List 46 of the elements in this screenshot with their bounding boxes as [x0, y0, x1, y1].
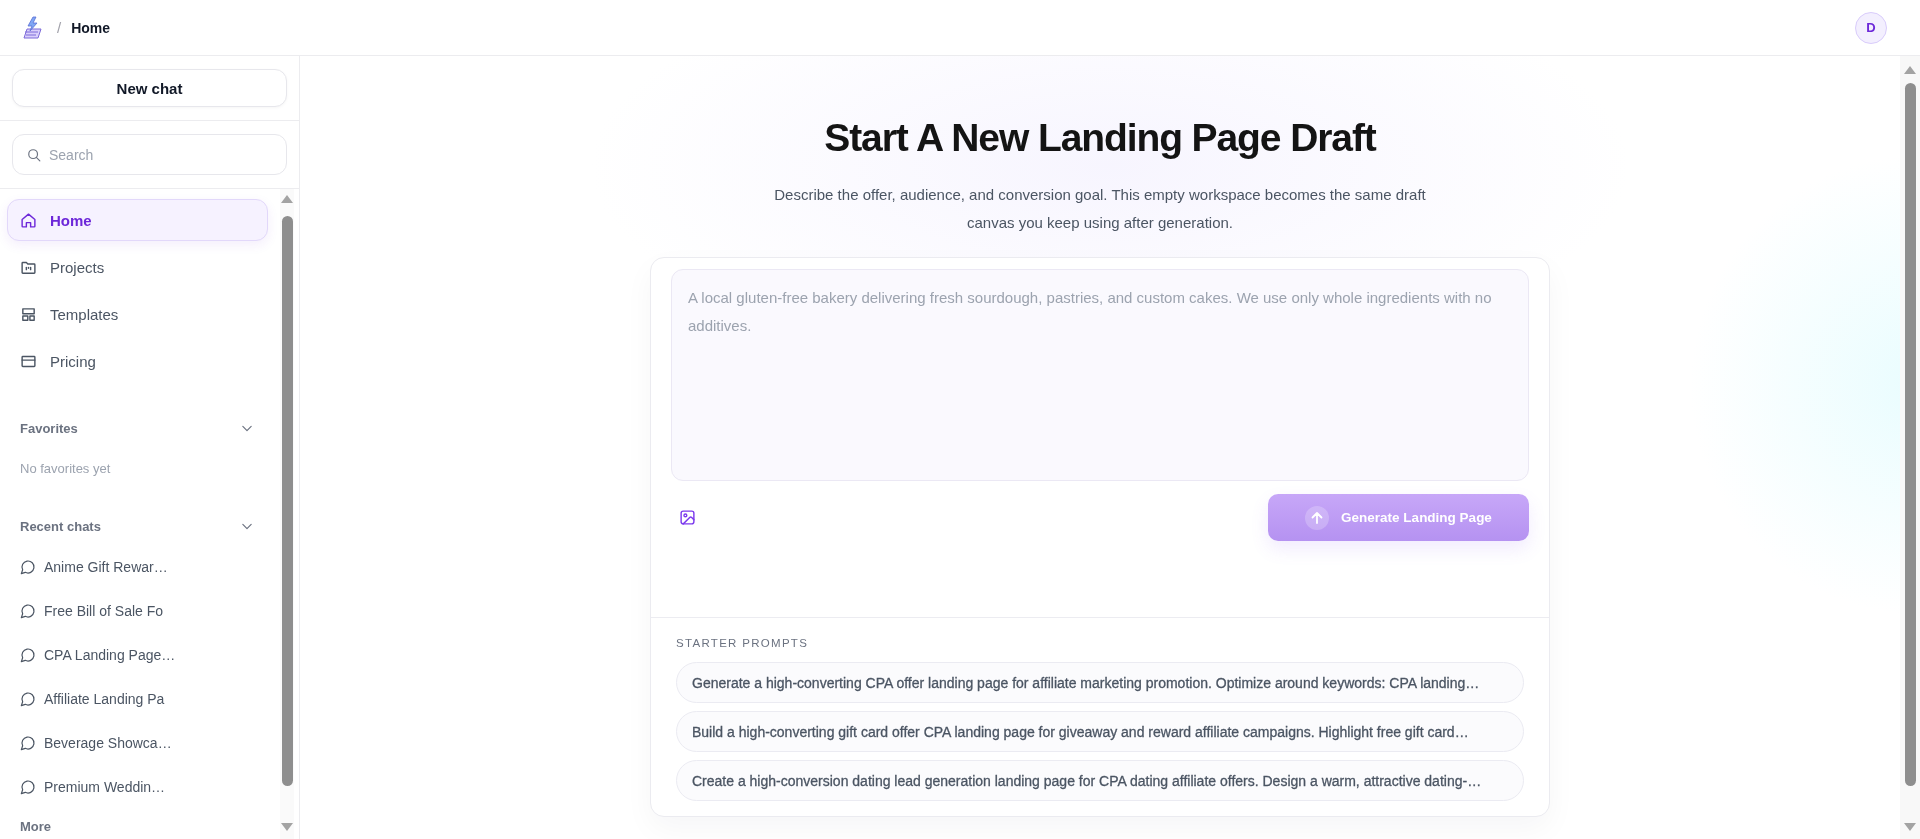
chat-item[interactable]: Affiliate Landing Pa: [7, 677, 268, 721]
scroll-up-icon[interactable]: [1904, 66, 1916, 74]
nav-item[interactable]: Home: [7, 199, 268, 241]
empty-state-text: No favorites yet: [19, 460, 112, 478]
section-label: STARTER PROMPTS: [676, 636, 810, 650]
chat-item[interactable]: CPA Landing Page…: [7, 633, 268, 677]
nav-item[interactable]: Projects: [7, 246, 268, 288]
chat-bubble-icon: [20, 559, 36, 575]
chat-bubble-icon: [20, 779, 36, 795]
starter-prompt[interactable]: Generate a high-converting CPA offer landing page for affiliate marketing promotion. Optimize around keywords: CPA landing…: [676, 662, 1524, 703]
starter-prompt[interactable]: Create a high-conversion dating lead generation landing page for CPA dating affiliate offers. Design a warm, attractive dating-…: [676, 760, 1524, 801]
breadcrumb-separator: /: [57, 19, 62, 36]
chat-bubble-icon: [20, 735, 36, 751]
search-field[interactable]: Search: [12, 134, 287, 175]
chat-bubble-icon: [20, 647, 36, 663]
scrollbar[interactable]: [280, 189, 294, 839]
chat-item[interactable]: Beverage Showca…: [7, 721, 268, 765]
scroll-down-icon[interactable]: [1904, 823, 1916, 831]
favorites-section-header[interactable]: Favorites: [7, 418, 268, 438]
scrollbar[interactable]: [1900, 56, 1920, 839]
chat-item[interactable]: Free Bill of Sale Fo: [7, 589, 268, 633]
user-avatar[interactable]: D: [1855, 11, 1887, 44]
breadcrumb-current[interactable]: Home: [71, 19, 111, 36]
arrow-up-icon: [1305, 505, 1330, 530]
more-link[interactable]: More: [7, 817, 268, 837]
chat-bubble-icon: [20, 691, 36, 707]
layout-icon: [20, 305, 37, 323]
chat-bubble-icon: [20, 603, 36, 619]
chat-item[interactable]: Anime Gift Rewar…: [7, 545, 268, 589]
new-chat-button[interactable]: New chat: [12, 69, 287, 107]
nav-item[interactable]: Pricing: [7, 340, 268, 382]
page-title: Start A New Landing Page Draft: [824, 115, 1376, 161]
logo-icon[interactable]: [20, 15, 44, 40]
image-icon[interactable]: [679, 509, 696, 526]
scrollbar-thumb[interactable]: [1904, 83, 1916, 786]
description-field[interactable]: A local gluten-free bakery delivering fresh sourdough, pastries, and custom cakes. We use only whole ingredients with no additives.: [671, 269, 1529, 481]
starter-prompt[interactable]: Build a high-converting gift card offer CPA landing page for giveaway and reward affiliate campaigns. Highlight free gift card…: [676, 711, 1524, 752]
scroll-down-icon[interactable]: [281, 823, 293, 831]
recent-chats-section-header[interactable]: Recent chats: [7, 516, 268, 536]
scroll-up-icon[interactable]: [281, 195, 293, 203]
home-icon: [20, 211, 37, 229]
chat-item[interactable]: Premium Weddin…: [7, 765, 268, 809]
page-subtitle: Describe the offer, audience, and conversion goal. This empty workspace becomes the same draft canvas you keep using after generation.: [773, 185, 1427, 233]
nav-item[interactable]: Templates: [7, 293, 268, 335]
scrollbar-thumb[interactable]: [281, 216, 293, 786]
search-icon: [27, 147, 41, 162]
